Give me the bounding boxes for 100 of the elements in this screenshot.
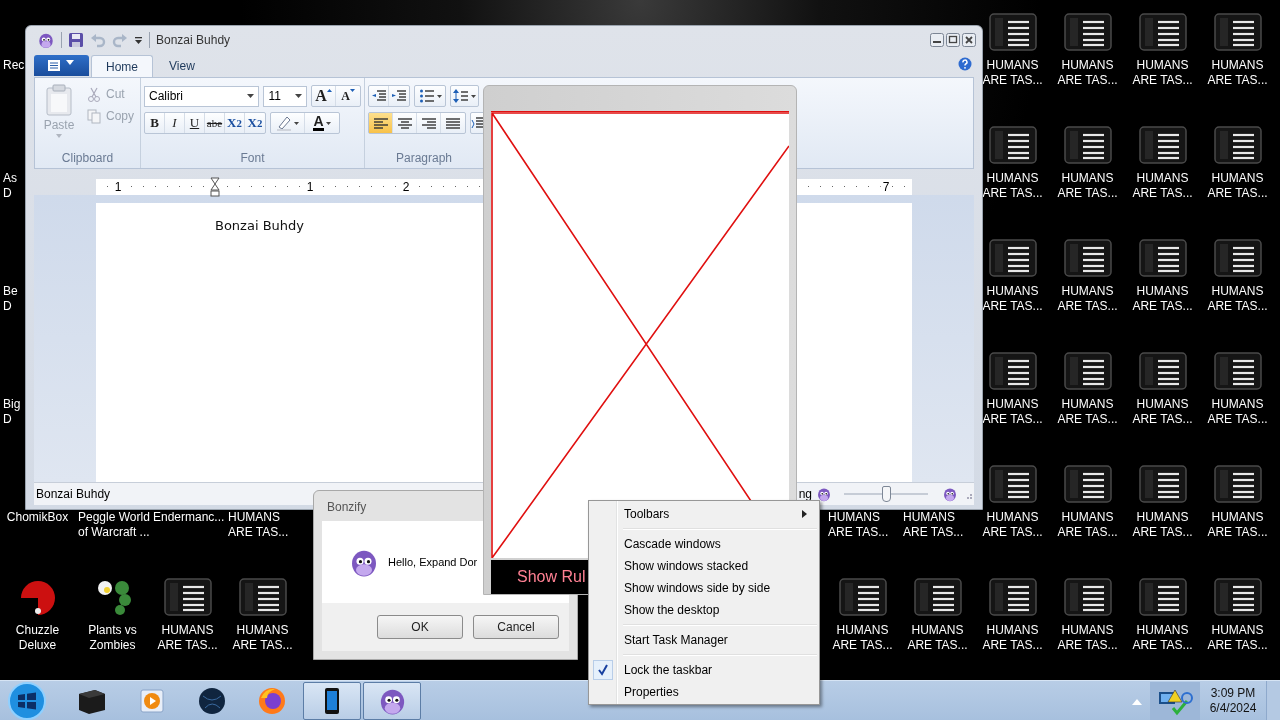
help-icon[interactable] (958, 57, 972, 71)
maximize-icon[interactable] (946, 33, 960, 47)
desktop-icon-label[interactable]: HUMANS ARE TAS... (1207, 397, 1268, 427)
text-lines-icon[interactable] (838, 578, 887, 616)
menu-item[interactable]: Properties (591, 681, 817, 703)
desktop-icon-label[interactable]: Be D (0, 284, 18, 314)
desktop-icon-label[interactable]: Plants vs Zombies (88, 623, 137, 653)
taskbar-app-button[interactable] (303, 681, 361, 720)
grow-font-button[interactable]: A (312, 86, 336, 106)
desktop-icon-label[interactable]: Chuzzle Deluxe (15, 623, 60, 653)
text-lines-icon[interactable] (1138, 13, 1187, 51)
text-lines-icon[interactable] (1063, 126, 1112, 164)
desktop-icon-label[interactable]: HUMANS ARE TAS... (1207, 58, 1268, 88)
desktop-icon-label[interactable]: HUMANS ARE TAS... (907, 623, 968, 653)
text-lines-icon[interactable] (1138, 352, 1187, 390)
desktop-icon-label[interactable]: HUMANS ARE TAS... (1207, 510, 1268, 540)
desktop-icon-label[interactable]: Endermanc... (150, 510, 225, 525)
desktop-icon-label[interactable]: Rec (0, 58, 25, 73)
desktop-icon-label[interactable]: HUMANS ARE TAS... (1132, 623, 1193, 653)
format-button[interactable]: abe (205, 113, 225, 133)
format-button[interactable]: U (185, 113, 205, 133)
menu-item[interactable]: Cascade windows (591, 533, 817, 555)
menu-item[interactable]: Start Task Manager (591, 629, 817, 651)
zoom-slider[interactable] (844, 486, 928, 502)
text-lines-icon[interactable] (913, 578, 962, 616)
desktop-icon-label[interactable]: HUMANS ARE TAS... (1132, 171, 1193, 201)
menu-item[interactable]: Show the desktop (591, 599, 817, 621)
desktop-icon-label[interactable]: HUMANS ARE TAS... (1057, 284, 1118, 314)
menu-item[interactable]: Show windows side by side (591, 577, 817, 599)
desktop-icon-label[interactable]: HUMANS ARE TAS... (1132, 397, 1193, 427)
font-name-dropdown[interactable]: Calibri (144, 85, 260, 107)
desktop-icon-label[interactable]: HUMANS ARE TAS... (1057, 397, 1118, 427)
text-lines-icon[interactable] (988, 13, 1037, 51)
text-lines-icon[interactable] (1063, 578, 1112, 616)
font-size-dropdown[interactable]: 11 (263, 85, 307, 107)
desktop-icon-label[interactable]: HUMANS ARE TAS... (1207, 284, 1268, 314)
text-lines-icon[interactable] (1213, 239, 1262, 277)
desktop-icon-label[interactable]: Big D (0, 397, 21, 427)
close-icon[interactable] (962, 33, 976, 47)
desktop-icon-label[interactable]: ChomikBox (6, 510, 69, 525)
shrink-font-button[interactable]: A (336, 86, 360, 106)
text-lines-icon[interactable] (1063, 239, 1112, 277)
text-lines-icon[interactable] (988, 239, 1037, 277)
ruler[interactable]: 7 (797, 179, 912, 195)
cancel-button[interactable]: Cancel (473, 615, 559, 639)
desktop-icon-label[interactable]: HUMANS ARE TAS... (982, 397, 1043, 427)
desktop-icon-label[interactable]: HUMANS ARE TAS... (832, 623, 893, 653)
text-lines-icon[interactable] (1213, 465, 1262, 503)
format-button[interactable]: B (145, 113, 165, 133)
clock-date[interactable]: 6/4/2024 (1209, 700, 1257, 716)
text-lines-icon[interactable] (163, 578, 212, 616)
desktop-icon-label[interactable]: HUMANS ARE TAS... (900, 510, 964, 540)
decrease-indent-button[interactable] (369, 86, 389, 106)
text-lines-icon[interactable] (1138, 465, 1187, 503)
text-lines-icon[interactable] (1063, 13, 1112, 51)
menu-item[interactable]: Show windows stacked (591, 555, 817, 577)
align-left-button[interactable] (369, 113, 393, 133)
text-lines-icon[interactable] (988, 126, 1037, 164)
text-lines-icon[interactable] (1138, 126, 1187, 164)
ok-button[interactable]: OK (377, 615, 463, 639)
desktop-icon-label[interactable]: HUMANS ARE TAS... (1057, 510, 1118, 540)
text-lines-icon[interactable] (988, 465, 1037, 503)
text-lines-icon[interactable] (1213, 13, 1262, 51)
desktop-icon-label[interactable]: HUMANS ARE TAS... (1057, 171, 1118, 201)
desktop-icon-label[interactable]: HUMANS ARE TAS... (982, 58, 1043, 88)
desktop-icon-label[interactable]: HUMANS ARE TAS... (1207, 171, 1268, 201)
desktop-icon-label[interactable]: HUMANS ARE TAS... (1132, 58, 1193, 88)
clock-time[interactable]: 3:09 PM (1210, 685, 1256, 701)
tray-button[interactable] (1150, 681, 1200, 720)
text-lines-icon[interactable] (1213, 578, 1262, 616)
desktop-icon-label[interactable]: HUMANS ARE TAS... (982, 510, 1043, 540)
desktop-icon-label[interactable]: As D (0, 171, 17, 201)
desktop-icon-label[interactable]: HUMANS ARE TAS... (1207, 623, 1268, 653)
desktop-icon-label[interactable]: HUMANS ARE TAS... (232, 623, 293, 653)
indent-marker-icon[interactable] (210, 177, 220, 197)
text-lines-icon[interactable] (1063, 465, 1112, 503)
slider-thumb[interactable] (882, 486, 891, 502)
format-button[interactable]: I (165, 113, 185, 133)
text-lines-icon[interactable] (988, 578, 1037, 616)
desktop-icon-label[interactable]: HUMANS ARE TAS... (982, 171, 1043, 201)
text-lines-icon[interactable] (1138, 578, 1187, 616)
desktop-icon-label[interactable]: Peggle World of Warcraft ... (75, 510, 150, 540)
text-lines-icon[interactable] (1213, 352, 1262, 390)
desktop-icon-label[interactable]: HUMANS ARE TAS... (982, 284, 1043, 314)
text-lines-icon[interactable] (238, 578, 287, 616)
text-lines-icon[interactable] (1213, 126, 1262, 164)
save-icon[interactable] (68, 32, 84, 48)
text-lines-icon[interactable] (988, 352, 1037, 390)
ribbon-tab[interactable]: View (155, 55, 209, 77)
desktop-icon-label[interactable]: HUMANS ARE TAS... (225, 510, 289, 540)
dropdown-caret-icon[interactable] (134, 35, 143, 45)
ribbon-tab[interactable]: Home (91, 55, 153, 77)
text-lines-icon[interactable] (1138, 239, 1187, 277)
desktop-icon-label[interactable]: HUMANS ARE TAS... (1057, 623, 1118, 653)
desktop-icon-label[interactable]: HUMANS ARE TAS... (1057, 58, 1118, 88)
font-color-button[interactable]: A (305, 113, 339, 133)
desktop-icon-label[interactable]: HUMANS ARE TAS... (982, 623, 1043, 653)
menu-item[interactable]: Lock the taskbar (591, 659, 817, 681)
application-menu-button[interactable] (34, 55, 89, 76)
ruler[interactable]: 1 1 2 (96, 179, 483, 195)
